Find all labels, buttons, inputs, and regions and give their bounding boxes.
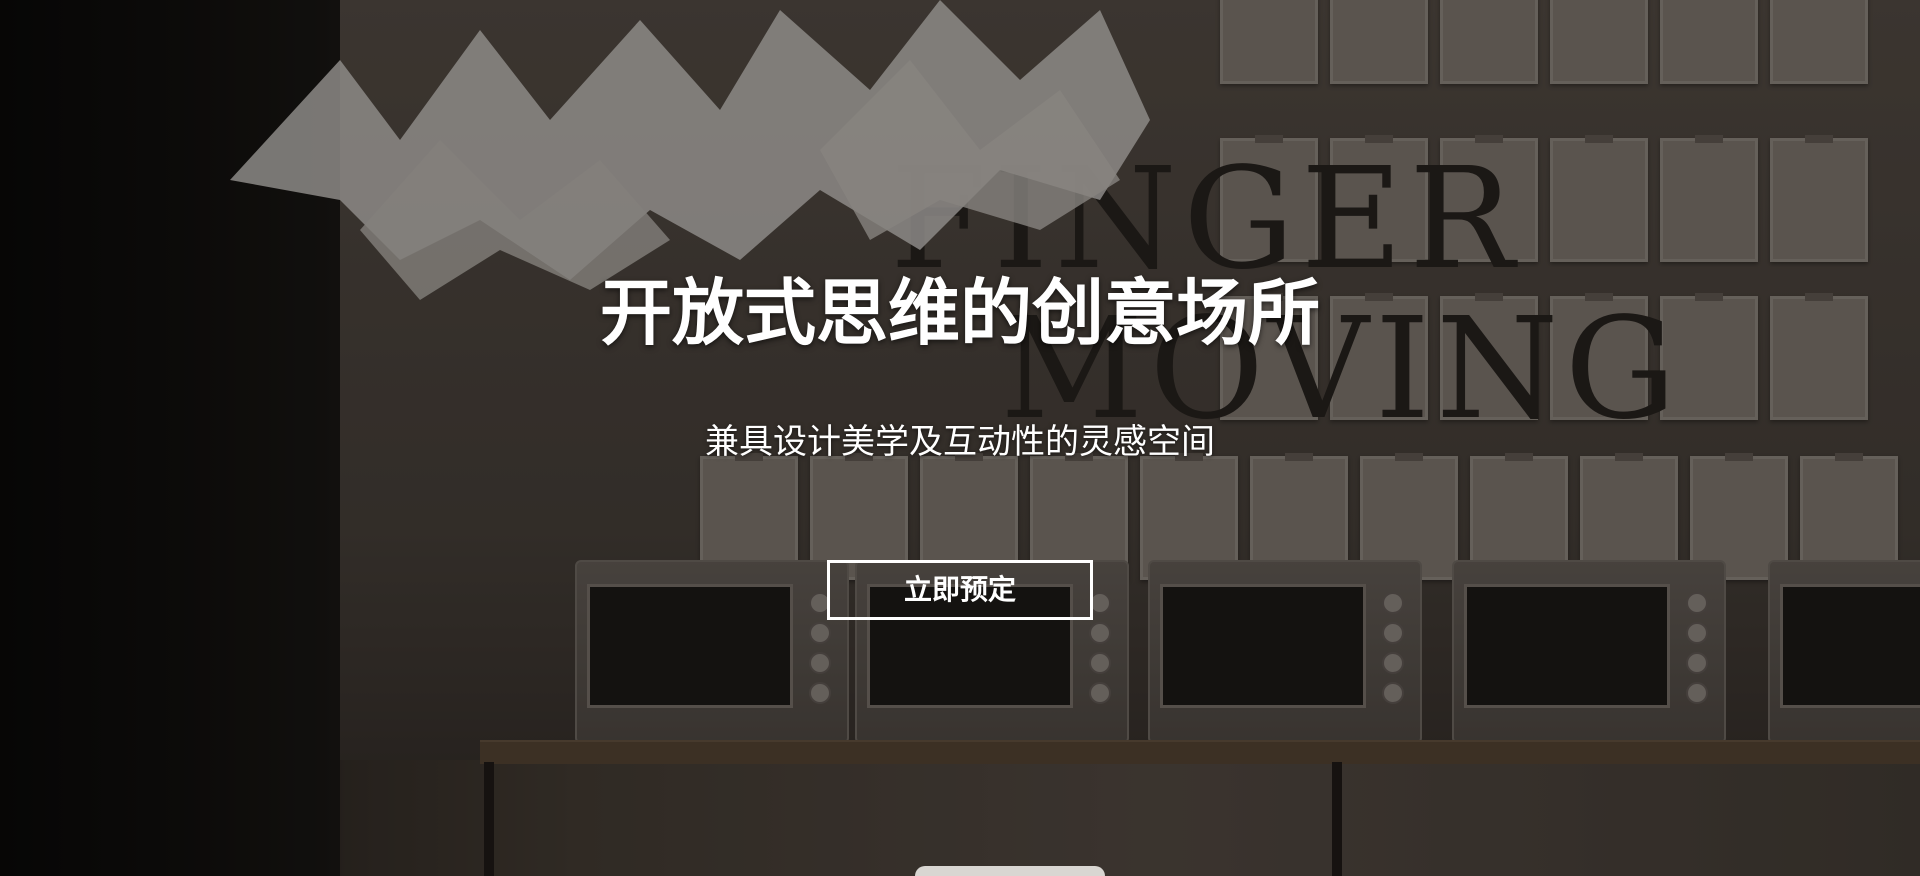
hero-subheadline: 兼具设计美学及互动性的灵感空间 (705, 422, 1215, 462)
book-now-button[interactable]: 立即预定 (827, 560, 1093, 620)
scroll-down-indicator[interactable] (915, 866, 1105, 876)
hero-content: 开放式思维的创意场所 兼具设计美学及互动性的灵感空间 立即预定 (0, 0, 1920, 876)
hero-headline: 开放式思维的创意场所 (599, 271, 1320, 355)
hero-section: FINGER MOVING 开放式思维的创意场所 兼具设计美学及互动性的灵感空间 (0, 0, 1920, 876)
